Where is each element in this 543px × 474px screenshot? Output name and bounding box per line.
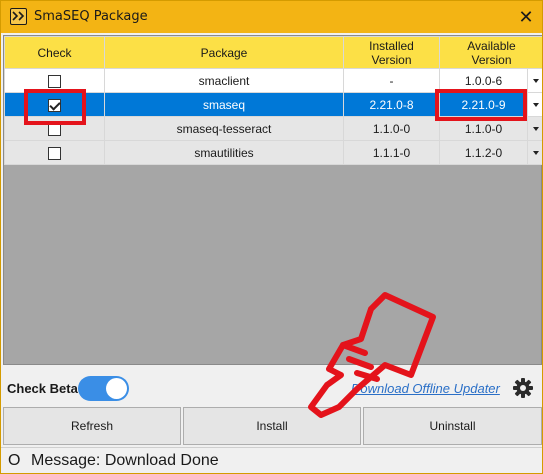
toggle-knob [106, 378, 127, 399]
window-title: SmaSEQ Package [34, 9, 148, 24]
column-header-available-version[interactable]: Available Version [439, 36, 542, 69]
column-header-check[interactable]: Check [4, 36, 105, 69]
status-message: Message: Download Done [31, 452, 219, 469]
package-name: smaclient [104, 68, 344, 93]
title-bar: SmaSEQ Package ✕ [1, 1, 542, 33]
options-bar: Check Beta Download Offline Updater [1, 369, 542, 407]
chevron-down-icon[interactable] [527, 69, 542, 92]
table-row[interactable]: smaseq 2.21.0-8 2.21.0-9 [4, 92, 542, 117]
column-header-installed-version[interactable]: Installed Version [343, 36, 440, 69]
table-row[interactable]: smautilities 1.1.1-0 1.1.2-0 [4, 140, 542, 165]
column-header-package[interactable]: Package [104, 36, 344, 69]
package-name: smautilities [104, 140, 344, 165]
status-bar: O Message: Download Done [1, 447, 542, 473]
check-cell [4, 92, 105, 117]
download-offline-updater-link[interactable]: Download Offline Updater [351, 381, 500, 396]
row-checkbox[interactable] [48, 98, 61, 112]
check-cell [4, 116, 105, 141]
installed-version: 1.1.0-0 [343, 116, 440, 141]
installed-version: - [343, 68, 440, 93]
gear-icon[interactable] [512, 377, 534, 399]
chevron-down-icon[interactable] [527, 141, 542, 164]
check-cell [4, 140, 105, 165]
action-buttons: Refresh Install Uninstall [3, 407, 542, 445]
package-name: smaseq-tesseract [104, 116, 344, 141]
uninstall-button[interactable]: Uninstall [363, 407, 542, 445]
package-name: smaseq [104, 92, 344, 117]
install-button[interactable]: Install [183, 407, 361, 445]
app-icon [10, 8, 27, 25]
row-checkbox[interactable] [48, 122, 61, 136]
package-grid: Check Package Installed Version Availabl… [3, 35, 542, 365]
available-version-select[interactable]: 1.1.0-0 [439, 116, 542, 141]
available-version-select[interactable]: 1.0.0-6 [439, 68, 542, 93]
chevron-down-icon[interactable] [527, 93, 542, 116]
row-checkbox[interactable] [48, 74, 61, 88]
available-version-select[interactable]: 1.1.2-0 [439, 140, 542, 165]
check-cell [4, 68, 105, 93]
package-window: SmaSEQ Package ✕ Check Package Installed… [0, 0, 543, 474]
table-row[interactable]: smaseq-tesseract 1.1.0-0 1.1.0-0 [4, 116, 542, 141]
check-beta-toggle[interactable] [78, 376, 129, 401]
installed-version: 2.21.0-8 [343, 92, 440, 117]
close-button[interactable]: ✕ [514, 5, 538, 29]
available-version-select[interactable]: 2.21.0-9 [439, 92, 542, 117]
chevron-down-icon[interactable] [527, 117, 542, 140]
table-row[interactable]: smaclient - 1.0.0-6 [4, 68, 542, 93]
status-icon: O [8, 452, 21, 469]
check-beta-label: Check Beta [7, 381, 78, 396]
refresh-button[interactable]: Refresh [3, 407, 181, 445]
installed-version: 1.1.1-0 [343, 140, 440, 165]
row-checkbox[interactable] [48, 146, 61, 160]
